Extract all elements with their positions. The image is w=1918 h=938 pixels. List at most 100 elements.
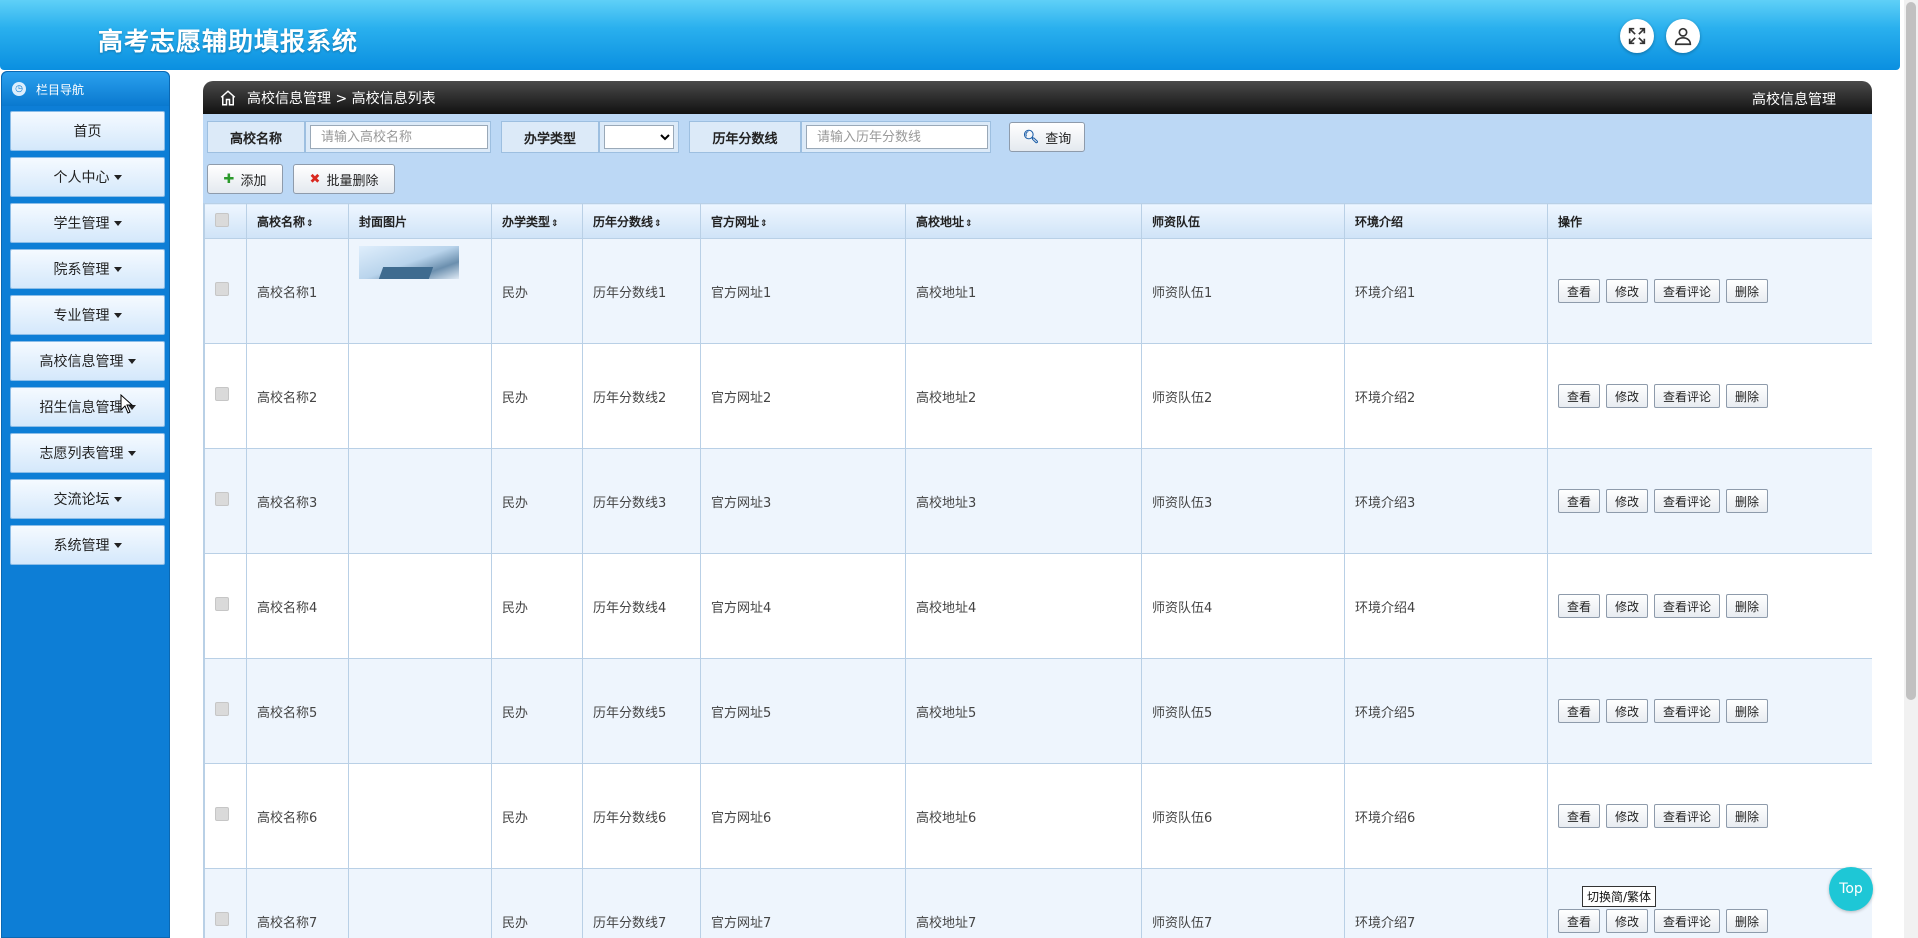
- table-row: 高校名称6 民办 历年分数线6 官方网址6 高校地址6 师资队伍6 环境介绍6 查看 修改 查看评…: [204, 763, 1872, 869]
- caret-down-icon: [127, 358, 136, 364]
- caret-down-icon: [113, 312, 122, 318]
- column-header[interactable]: 历年分数线⇕: [582, 203, 701, 239]
- cell-faculty: 师资队伍3: [1141, 448, 1345, 554]
- sidebar-item[interactable]: 专业管理: [10, 295, 165, 335]
- search-icon: 🔍︎: [1022, 129, 1040, 145]
- row-checkbox[interactable]: [215, 282, 229, 296]
- row-checkbox[interactable]: [215, 387, 229, 401]
- name-search-input[interactable]: [310, 125, 488, 149]
- cover-image[interactable]: [359, 246, 459, 279]
- cell-url: 官方网址6: [700, 763, 906, 869]
- sort-icon[interactable]: ⇕: [760, 219, 768, 229]
- fullscreen-button[interactable]: [1620, 19, 1654, 53]
- row-checkbox[interactable]: [215, 702, 229, 716]
- ops-cell: 查看 修改 查看评论 删除: [1547, 553, 1872, 659]
- column-header[interactable]: 官方网址⇕: [700, 203, 906, 239]
- view-comments-button[interactable]: 查看评论: [1654, 699, 1721, 723]
- back-to-top-button[interactable]: Top: [1829, 867, 1873, 911]
- sidebar-item-label: 交流论坛: [53, 492, 110, 508]
- breadcrumb-path: 高校信息管理 > 高校信息列表: [247, 90, 436, 107]
- sort-icon[interactable]: ⇕: [965, 219, 973, 229]
- add-button[interactable]: ✚ 添加: [207, 164, 283, 194]
- sidebar-item[interactable]: 志愿列表管理: [10, 433, 165, 473]
- sidebar-item[interactable]: 院系管理: [10, 249, 165, 289]
- view-comments-button[interactable]: 查看评论: [1654, 804, 1721, 828]
- delete-button[interactable]: 删除: [1726, 594, 1769, 618]
- delete-button[interactable]: 删除: [1726, 489, 1769, 513]
- view-comments-button[interactable]: 查看评论: [1654, 594, 1721, 618]
- column-header[interactable]: 高校名称⇕: [246, 203, 349, 239]
- sidebar-item[interactable]: 系统管理: [10, 525, 165, 565]
- delete-button[interactable]: 删除: [1726, 804, 1769, 828]
- edit-button[interactable]: 修改: [1606, 699, 1649, 723]
- view-button[interactable]: 查看: [1558, 909, 1601, 933]
- row-select-cell: [204, 868, 247, 938]
- row-checkbox[interactable]: [215, 492, 229, 506]
- column-header[interactable]: 高校地址⇕: [905, 203, 1142, 239]
- delete-button[interactable]: 删除: [1726, 384, 1769, 408]
- column-header-label: 师资队伍: [1152, 214, 1201, 229]
- cover-cell: [348, 658, 492, 764]
- sidebar-item[interactable]: 首页: [10, 111, 165, 151]
- cell-address: 高校地址1: [905, 238, 1142, 344]
- sidebar-item[interactable]: 高校信息管理: [10, 341, 165, 381]
- cell-score: 历年分数线1: [582, 238, 701, 344]
- score-search-input[interactable]: [806, 125, 988, 149]
- delete-button[interactable]: 删除: [1726, 279, 1769, 303]
- cell-score: 历年分数线5: [582, 658, 701, 764]
- view-comments-button[interactable]: 查看评论: [1654, 909, 1721, 933]
- query-button[interactable]: 🔍︎ 查询: [1009, 122, 1085, 152]
- batch-delete-button[interactable]: ✖ 批量删除: [293, 164, 395, 194]
- type-select[interactable]: [604, 125, 674, 149]
- sidebar-item[interactable]: 学生管理: [10, 203, 165, 243]
- cell-env: 环境介绍2: [1344, 343, 1548, 449]
- scrollbar-thumb[interactable]: [1906, 2, 1916, 700]
- user-button[interactable]: [1666, 19, 1700, 53]
- sidebar-item-label: 院系管理: [53, 262, 110, 278]
- column-header-label: 高校地址: [916, 214, 965, 229]
- batch-delete-label: 批量删除: [326, 173, 379, 189]
- view-comments-button[interactable]: 查看评论: [1654, 279, 1721, 303]
- sort-icon[interactable]: ⇕: [654, 219, 662, 229]
- home-icon[interactable]: [219, 89, 237, 107]
- edit-button[interactable]: 修改: [1606, 384, 1649, 408]
- delete-button[interactable]: 删除: [1726, 699, 1769, 723]
- cell-env: 环境介绍4: [1344, 553, 1548, 659]
- college-table: 高校名称⇕ 封面图片 办学类型⇕ 历年分数线⇕ 官方网址⇕ 高校地址⇕ 师资队伍 环境介绍 操作…: [204, 203, 1872, 938]
- cell-env: 环境介绍7: [1344, 868, 1548, 938]
- cell-score: 历年分数线6: [582, 763, 701, 869]
- row-checkbox[interactable]: [215, 597, 229, 611]
- view-comments-button[interactable]: 查看评论: [1654, 384, 1721, 408]
- row-checkbox[interactable]: [215, 912, 229, 926]
- view-button[interactable]: 查看: [1558, 384, 1601, 408]
- row-select-cell: [204, 238, 247, 344]
- caret-down-icon: [113, 266, 122, 272]
- select-all-checkbox[interactable]: [215, 212, 229, 227]
- table-header-row: 高校名称⇕ 封面图片 办学类型⇕ 历年分数线⇕ 官方网址⇕ 高校地址⇕ 师资队伍 环境介绍 操作: [204, 203, 1872, 239]
- delete-button[interactable]: 删除: [1726, 909, 1769, 933]
- cell-score: 历年分数线7: [582, 868, 701, 938]
- cell-url: 官方网址1: [700, 238, 906, 344]
- sort-icon[interactable]: ⇕: [551, 219, 559, 229]
- sort-icon[interactable]: ⇕: [306, 219, 314, 229]
- edit-button[interactable]: 修改: [1606, 594, 1649, 618]
- view-button[interactable]: 查看: [1558, 279, 1601, 303]
- row-select-cell: [204, 343, 247, 449]
- edit-button[interactable]: 修改: [1606, 909, 1649, 933]
- view-button[interactable]: 查看: [1558, 594, 1601, 618]
- row-checkbox[interactable]: [215, 807, 229, 821]
- cell-address: 高校地址4: [905, 553, 1142, 659]
- sidebar-item[interactable]: 招生信息管理: [10, 387, 165, 427]
- edit-button[interactable]: 修改: [1606, 279, 1649, 303]
- sidebar-item[interactable]: 个人中心: [10, 157, 165, 197]
- cell-url: 官方网址2: [700, 343, 906, 449]
- view-button[interactable]: 查看: [1558, 804, 1601, 828]
- edit-button[interactable]: 修改: [1606, 489, 1649, 513]
- nav-icon: ◷: [12, 82, 26, 96]
- view-comments-button[interactable]: 查看评论: [1654, 489, 1721, 513]
- view-button[interactable]: 查看: [1558, 489, 1601, 513]
- edit-button[interactable]: 修改: [1606, 804, 1649, 828]
- sidebar-item[interactable]: 交流论坛: [10, 479, 165, 519]
- column-header[interactable]: 办学类型⇕: [491, 203, 583, 239]
- view-button[interactable]: 查看: [1558, 699, 1601, 723]
